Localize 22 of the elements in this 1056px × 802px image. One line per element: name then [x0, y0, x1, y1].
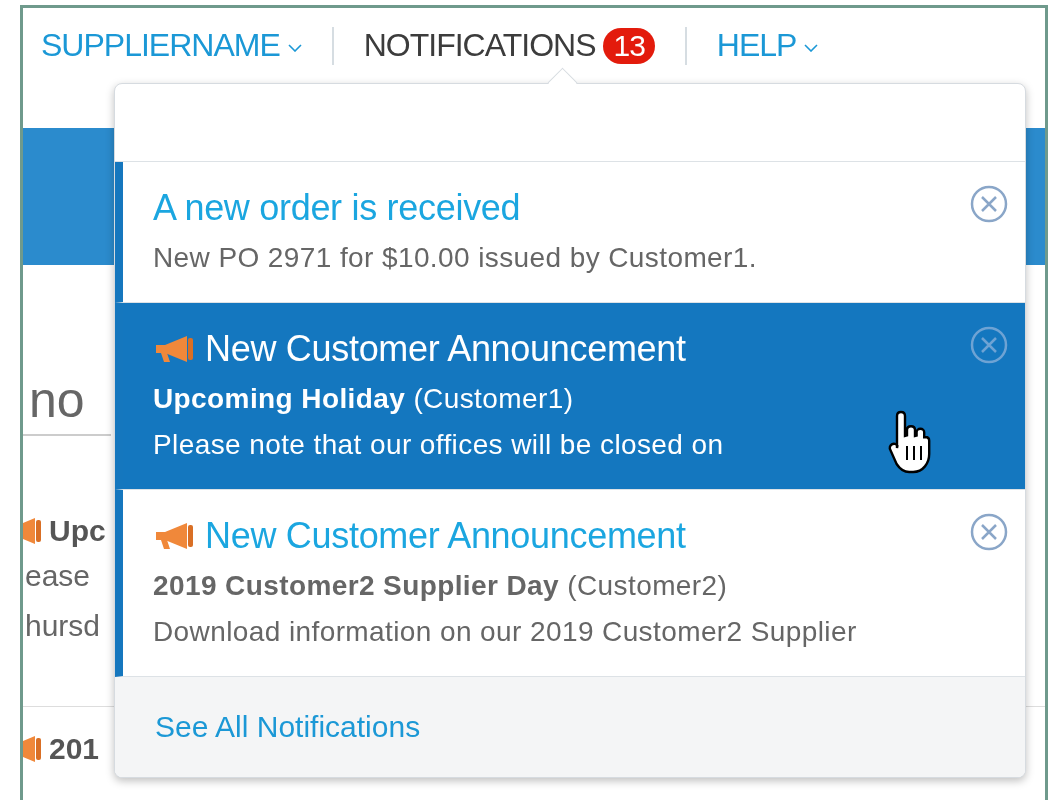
menu-button[interactable]: HELP [716, 27, 819, 64]
notification-title: New Customer Announcement [205, 514, 686, 558]
menu-button[interactable]: SUPPLIERNAME [41, 27, 302, 64]
notification-item[interactable]: New Customer Announcement Upcoming Holiday (Customer1) Please note that our offices will be closed on [115, 303, 1025, 490]
see-all-link[interactable]: See All Notifications [155, 710, 421, 744]
close-icon[interactable] [969, 512, 1009, 552]
announcement-title: Upc [49, 513, 106, 549]
notification-text: Download information on our 2019 Customer2 Supplier [153, 615, 857, 649]
notification-title: A new order is received [153, 186, 521, 230]
announcement-text: ease [24, 558, 91, 594]
announcement-title: 201 [49, 731, 100, 767]
notification-subject: 2019 Customer2 Supplier Day (Customer2) [153, 569, 728, 603]
close-icon[interactable] [969, 184, 1009, 224]
announcement-text: hursd [24, 608, 101, 644]
page-heading: no [23, 370, 111, 436]
close-icon[interactable] [969, 325, 1009, 365]
notification-text: Please note that our offices will be closed on [153, 428, 724, 462]
notification-title: New Customer Announcement [205, 327, 686, 371]
count-badge: 13 [603, 27, 655, 64]
notifications-button[interactable]: NOTIFICATIONS 13 [363, 27, 655, 64]
notification-subject: Upcoming Holiday (Customer1) [153, 382, 574, 416]
notification-text: New PO 2971 for $10.00 issued by Customer1. [153, 241, 757, 275]
